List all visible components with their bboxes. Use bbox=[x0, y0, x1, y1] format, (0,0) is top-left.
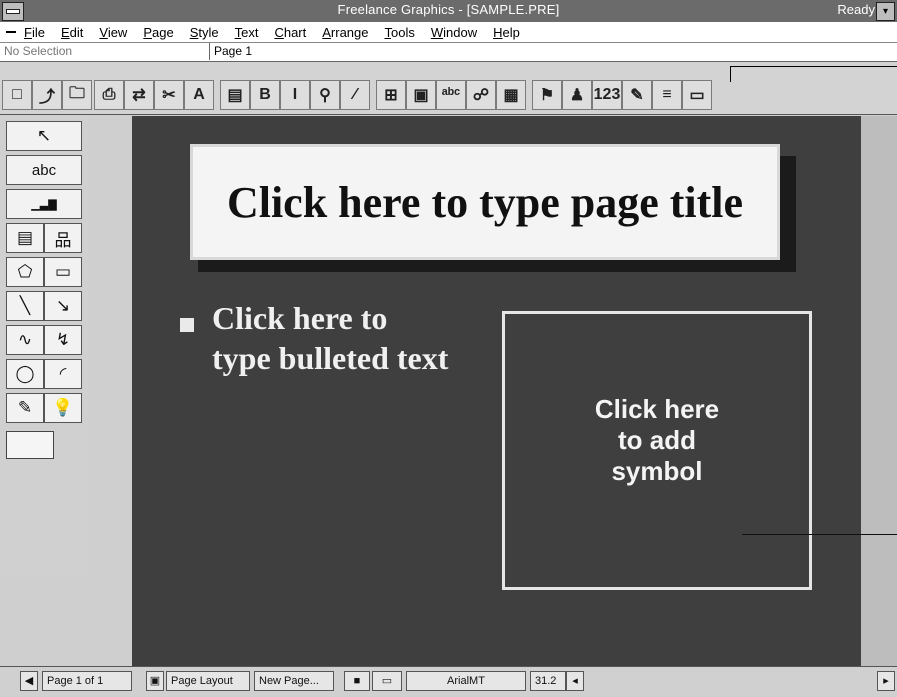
add-symbol-icon[interactable]: ♟ bbox=[562, 80, 592, 110]
symbol-placeholder[interactable]: Click here to add symbol bbox=[502, 311, 812, 590]
arrow-tool[interactable]: ↘ bbox=[44, 291, 82, 321]
italic-icon[interactable]: I bbox=[280, 80, 310, 110]
spell-icon[interactable]: ᵃᵇᶜ bbox=[436, 80, 466, 110]
new-icon[interactable]: □ bbox=[2, 80, 32, 110]
app-window: Freelance Graphics - [SAMPLE.PRE] Ready … bbox=[0, 0, 897, 697]
scroll-icon[interactable]: ▸ bbox=[877, 671, 895, 691]
chart-icon[interactable]: ✎ bbox=[622, 80, 652, 110]
wand-icon[interactable]: ☍ bbox=[466, 80, 496, 110]
line-icon[interactable]: ⁄ bbox=[340, 80, 370, 110]
cut-icon[interactable]: ✂ bbox=[154, 80, 184, 110]
line-tool[interactable]: ╲ bbox=[6, 291, 44, 321]
menu-arrange[interactable]: Arrange bbox=[322, 25, 368, 40]
freehand-tool[interactable]: ✎ bbox=[6, 393, 44, 423]
screen-show-icon[interactable]: ⊞ bbox=[376, 80, 406, 110]
font-selector[interactable]: ArialMT bbox=[406, 671, 526, 691]
menu-tools[interactable]: Tools bbox=[385, 25, 415, 40]
symbol-tool[interactable]: 💡 bbox=[44, 393, 82, 423]
menu-edit[interactable]: Edit bbox=[61, 25, 83, 40]
attribute-icon[interactable]: ▭ bbox=[372, 671, 402, 691]
canvas-margin bbox=[861, 116, 897, 666]
title-bar: Freelance Graphics - [SAMPLE.PRE] Ready … bbox=[0, 0, 897, 23]
abc-icon[interactable]: ▣ bbox=[406, 80, 436, 110]
callout-line bbox=[742, 534, 897, 535]
curve-tool[interactable]: ∿ bbox=[6, 325, 44, 355]
ellipse-tool[interactable]: ◯ bbox=[6, 359, 44, 389]
pointer-tool[interactable]: ↖ bbox=[6, 121, 82, 151]
font-size-field[interactable]: 31.2 bbox=[530, 671, 566, 691]
menu-view[interactable]: View bbox=[99, 25, 127, 40]
new-page-button[interactable]: New Page... bbox=[254, 671, 334, 691]
document-menu-icon[interactable] bbox=[6, 31, 16, 33]
menu-bar: File Edit View Page Style Text Chart Arr… bbox=[0, 22, 897, 43]
title-placeholder-text: Click here to type page title bbox=[226, 177, 744, 227]
replace-icon[interactable]: ⇄ bbox=[124, 80, 154, 110]
view-button[interactable]: Page Layout bbox=[166, 671, 250, 691]
bullet-marker bbox=[180, 318, 194, 332]
rectangle-tool[interactable]: ▭ bbox=[44, 257, 82, 287]
menu-file[interactable]: File bbox=[24, 25, 45, 40]
menu-chart[interactable]: Chart bbox=[274, 25, 306, 40]
window-title: Freelance Graphics - [SAMPLE.PRE] bbox=[337, 2, 560, 17]
menu-text[interactable]: Text bbox=[235, 25, 259, 40]
menu-help[interactable]: Help bbox=[493, 25, 520, 40]
layout-icon[interactable]: ▣ bbox=[146, 671, 164, 691]
polygon-tool[interactable]: ⬠ bbox=[6, 257, 44, 287]
page-nav-icon[interactable]: ◀ bbox=[20, 671, 38, 691]
arc-tool[interactable]: ◜ bbox=[44, 359, 82, 389]
status-bar: ◀ Page 1 of 1 ▣ Page Layout New Page... … bbox=[0, 666, 897, 697]
folder-icon[interactable]: 🗀 bbox=[62, 80, 92, 110]
edit-line: No Selection Page 1 bbox=[0, 43, 897, 62]
page-name-field[interactable]: Page 1 bbox=[214, 43, 394, 60]
chart-tool[interactable]: ▁▃▇ bbox=[6, 189, 82, 219]
table-tool[interactable]: ▤ bbox=[6, 223, 44, 253]
polyline-tool[interactable]: ↯ bbox=[44, 325, 82, 355]
menu-window[interactable]: Window bbox=[431, 25, 477, 40]
color-icon[interactable]: ■ bbox=[344, 671, 370, 691]
zoom-icon[interactable]: ⚲ bbox=[310, 80, 340, 110]
callout-line bbox=[730, 66, 897, 67]
toolbox: ↖ abc ▁▃▇ ▤ 品 ⬠ ▭ ╲ ↘ ∿ ↯ ◯ ◜ ✎ 💡 bbox=[0, 115, 88, 575]
numbers-icon[interactable]: 123 bbox=[592, 80, 622, 110]
smarticons-toolbar: □ ⤴ 🗀 ⎙ ⇄ ✂ A ▤ B I ⚲ ⁄ ⊞ ▣ ᵃᵇᶜ ☍ ▦ ⚑ ♟ 123 ✎ ≡ ▭ bbox=[0, 62, 897, 115]
size-arrow-icon[interactable]: ◂ bbox=[566, 671, 584, 691]
page-counter[interactable]: Page 1 of 1 bbox=[42, 671, 132, 691]
bold-icon[interactable]: B bbox=[250, 80, 280, 110]
text-tool[interactable]: abc bbox=[6, 155, 82, 185]
current-attribute-swatch[interactable] bbox=[6, 431, 54, 459]
org-chart-tool[interactable]: 品 bbox=[44, 223, 82, 253]
title-placeholder[interactable]: Click here to type page title bbox=[190, 144, 780, 260]
selection-indicator: No Selection bbox=[0, 43, 210, 60]
group-icon[interactable]: ▦ bbox=[496, 80, 526, 110]
symbol-placeholder-text: Click here to add symbol bbox=[594, 394, 720, 486]
symbol-tool-icon[interactable]: ⚑ bbox=[532, 80, 562, 110]
status-indicator: Ready bbox=[837, 2, 875, 17]
paste-icon[interactable]: ▤ bbox=[220, 80, 250, 110]
menu-page[interactable]: Page bbox=[143, 25, 173, 40]
font-size-icon[interactable]: A bbox=[184, 80, 214, 110]
callout-line bbox=[730, 66, 731, 82]
open-icon[interactable]: ⤴ bbox=[32, 80, 62, 110]
table-icon[interactable]: ≡ bbox=[652, 80, 682, 110]
page-icon[interactable]: ▭ bbox=[682, 80, 712, 110]
bullet-placeholder[interactable]: Click here to type bulleted text bbox=[212, 298, 502, 378]
menu-style[interactable]: Style bbox=[190, 25, 219, 40]
minimize-button[interactable]: ▾ bbox=[876, 2, 895, 21]
print-icon[interactable]: ⎙ bbox=[94, 80, 124, 110]
